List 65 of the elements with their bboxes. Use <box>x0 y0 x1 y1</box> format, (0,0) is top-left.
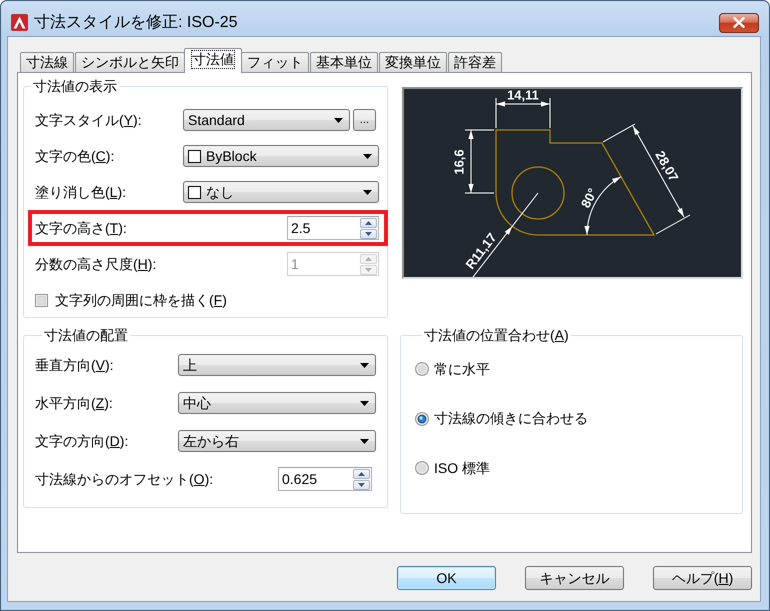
radio-button[interactable] <box>415 362 429 376</box>
hole-circle <box>511 166 565 220</box>
spin-down-button[interactable] <box>353 480 370 490</box>
caret-up-icon <box>358 472 365 476</box>
field-label: 塗り消し色(L): <box>35 184 128 200</box>
spin-down-button[interactable] <box>360 228 377 238</box>
radio-button[interactable] <box>415 461 429 475</box>
field-label: 水平方向(Z): <box>35 394 114 412</box>
dropdown[interactable]: 中心 <box>178 392 376 414</box>
dropdown[interactable]: 上 <box>178 354 376 376</box>
radio-label: 寸法線の傾きに合わせる <box>434 410 588 427</box>
group-title: 寸法値の表示 <box>32 78 118 94</box>
number-field[interactable]: 2.5 <box>287 216 379 240</box>
group-title: 寸法値の配置 <box>43 327 129 343</box>
field-label: 文字の方向(D): <box>35 432 130 450</box>
close-button[interactable] <box>719 12 759 32</box>
tab[interactable]: 変換単位 <box>379 52 447 72</box>
caret-down-icon <box>360 362 369 368</box>
caret-down-icon <box>363 154 372 158</box>
tab[interactable]: 寸法値 <box>184 48 242 73</box>
field-label: 寸法線からのオフセット(O): <box>35 470 214 488</box>
window-title: 寸法スタイルを修正: ISO-25 <box>34 12 239 32</box>
caret-down-icon <box>363 190 372 194</box>
close-icon <box>733 17 745 28</box>
color-swatch-icon <box>188 186 201 198</box>
group-title: 寸法値の位置合わせ(A) <box>423 327 570 343</box>
checkbox-label: 文字列の周囲に枠を描く(F) <box>55 292 227 308</box>
dialog-button[interactable]: ヘルプ(H) <box>653 566 752 590</box>
spin-up-button[interactable] <box>360 218 377 228</box>
dropdown[interactable]: ByBlock <box>183 145 379 167</box>
field-label: 文字の高さ(T): <box>35 220 128 236</box>
field-label: 分数の高さ尺度(H): <box>35 256 158 272</box>
dimension-text: 16,6 <box>452 149 466 175</box>
caret-up-icon <box>365 220 372 224</box>
spin-up-button[interactable] <box>353 468 370 478</box>
tab[interactable]: 許容差 <box>448 52 502 72</box>
number-field[interactable]: 0.625 <box>278 467 372 491</box>
tab[interactable]: フィット <box>241 52 309 72</box>
dialog-button[interactable]: OK <box>397 566 496 590</box>
field-label: 文字スタイル(Y): <box>35 112 143 128</box>
caret-down-icon <box>334 118 343 122</box>
caret-down-icon <box>360 400 369 406</box>
dimension-text: 80° <box>578 186 600 210</box>
field-label: 文字の色(C): <box>35 148 116 164</box>
radio-label: 常に水平 <box>434 360 490 378</box>
checkbox[interactable] <box>35 294 48 306</box>
dialog-button[interactable]: キャンセル <box>525 566 624 590</box>
caret-down-icon <box>365 232 372 236</box>
caret-down-icon <box>365 268 372 272</box>
dropdown[interactable]: Standard <box>183 109 350 131</box>
caret-down-icon <box>360 438 369 444</box>
color-swatch-icon <box>188 150 201 162</box>
dimension-text: 14,11 <box>507 88 539 102</box>
dropdown[interactable]: なし <box>183 181 379 203</box>
field-label: 垂直方向(V): <box>35 356 115 374</box>
caret-down-icon <box>358 482 365 486</box>
caret-up-icon <box>365 256 372 260</box>
tab[interactable]: シンボルと矢印 <box>75 52 185 72</box>
browse-button[interactable]: ... <box>353 109 376 131</box>
radio-button[interactable] <box>415 412 429 426</box>
dropdown[interactable]: 左から右 <box>178 430 376 452</box>
radio-label: ISO 標準 <box>434 460 490 476</box>
tab[interactable]: 寸法線 <box>20 52 74 72</box>
app-logo-icon <box>11 14 28 31</box>
tab[interactable]: 基本単位 <box>310 52 378 72</box>
